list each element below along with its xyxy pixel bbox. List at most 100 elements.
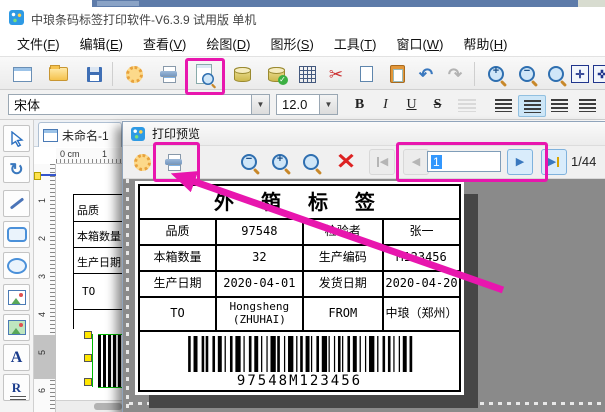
richtext-icon: R — [12, 380, 21, 396]
underline-button[interactable]: U — [400, 94, 423, 116]
align-right-button[interactable] — [546, 95, 572, 115]
rounded-rect-tool-button[interactable] — [3, 221, 30, 248]
copy-button[interactable] — [352, 60, 380, 88]
dialog-title-bar[interactable]: 打印预览 — [123, 122, 605, 146]
menu-view[interactable]: 查看(V) — [134, 31, 195, 56]
rotate-tool-button[interactable]: ↻ — [3, 156, 30, 183]
vruler-number: 6 — [37, 381, 47, 393]
design-canvas[interactable]: 品质 本箱数量 生产日期 TO — [56, 164, 122, 400]
label-table: 外 箱 标 签 品质 97548 检验者 张一 本箱数量 32 生产编码 M12… — [138, 184, 461, 392]
document-tab-label: 未命名-1 — [62, 127, 109, 144]
preview-close-button[interactable]: ✕ — [333, 149, 359, 175]
paste-icon — [390, 65, 405, 83]
page-indicator: 1/44 — [571, 154, 596, 169]
menu-file[interactable]: 文件(F) — [8, 31, 69, 56]
print-preview-button[interactable] — [190, 60, 218, 88]
print-preview-icon — [196, 64, 212, 84]
text-tool-button[interactable]: A — [3, 344, 30, 371]
menu-tools[interactable]: 工具(T) — [325, 31, 386, 56]
next-page-button[interactable]: ▶ — [507, 149, 533, 175]
print-button[interactable] — [155, 60, 183, 88]
new-document-button[interactable] — [8, 60, 36, 88]
document-tab[interactable]: 未命名-1 — [38, 122, 122, 147]
first-page-button[interactable]: ◀ — [369, 149, 395, 175]
align-center-icon — [524, 100, 541, 113]
design-row-label: 品质 — [77, 202, 121, 218]
label-cell: 本箱数量 — [139, 245, 216, 271]
preview-zoom-in-button[interactable]: + — [267, 149, 293, 175]
selection-handle[interactable] — [84, 331, 92, 339]
bold-button[interactable]: B — [348, 94, 371, 116]
open-file-button[interactable] — [44, 60, 72, 88]
font-family-value: 宋体 — [9, 95, 251, 114]
cut-scissors-icon: ✂ — [329, 66, 343, 83]
label-cell: TO — [139, 297, 216, 331]
chevron-down-icon[interactable]: ▼ — [251, 95, 269, 114]
horizontal-scrollbar[interactable] — [56, 400, 122, 412]
menu-edit[interactable]: 编辑(E) — [71, 31, 132, 56]
menu-window[interactable]: 窗口(W) — [387, 31, 452, 56]
font-effect-button[interactable] — [454, 95, 480, 115]
preview-settings-button[interactable] — [129, 149, 155, 175]
database-sync-button[interactable] — [262, 60, 290, 88]
italic-button[interactable]: I — [374, 94, 397, 116]
window-title: 中琅条码标签打印软件-V6.3.9 试用版 单机 — [31, 11, 256, 28]
align-center-button[interactable] — [518, 95, 546, 117]
label-cell: 品质 — [139, 219, 216, 245]
select-tool-button[interactable] — [3, 125, 30, 152]
design-barcode-object[interactable] — [98, 334, 122, 388]
scrollbar-thumb[interactable] — [94, 403, 122, 410]
line-tool-button[interactable] — [3, 190, 30, 217]
grid-toggle-button[interactable] — [293, 60, 321, 88]
fit-page-icon: ✛ — [571, 65, 589, 83]
menu-help[interactable]: 帮助(H) — [454, 31, 516, 56]
menu-draw[interactable]: 绘图(D) — [197, 31, 259, 56]
label-cell: 32 — [216, 245, 303, 271]
chevron-down-icon[interactable]: ▼ — [319, 95, 337, 114]
paste-button[interactable] — [383, 60, 411, 88]
rounded-rect-icon — [7, 227, 27, 242]
align-justify-button[interactable] — [574, 95, 600, 115]
horizontal-ruler: 0 cm 1 — [56, 148, 122, 164]
preview-toolbar: − + ✕ ◀ ◀ 1 ▶ ▶ 1/44 — [123, 146, 605, 179]
align-right-icon — [551, 99, 568, 112]
vruler-number: 1 — [37, 191, 47, 203]
label-cell: Hongsheng (ZHUHAI) — [216, 297, 303, 331]
undo-button[interactable]: ↶ — [412, 60, 440, 88]
font-size-select[interactable]: 12.0 ▼ — [276, 94, 338, 115]
last-page-button[interactable]: ▶ — [541, 149, 567, 175]
redo-button[interactable]: ↷ — [441, 60, 469, 88]
fit-window-button[interactable]: ✜ — [588, 60, 605, 88]
settings-button[interactable] — [120, 60, 148, 88]
picture-tool-button[interactable] — [3, 314, 30, 341]
new-document-icon — [13, 67, 32, 82]
selection-handle[interactable] — [84, 378, 92, 386]
preview-zoom-button[interactable] — [298, 149, 324, 175]
menu-bar: 文件(F) 编辑(E) 查看(V) 绘图(D) 图形(S) 工具(T) 窗口(W… — [0, 30, 605, 56]
zoom-in-button[interactable]: + — [482, 60, 510, 88]
align-left-button[interactable] — [490, 95, 516, 115]
strikethrough-button[interactable]: S — [426, 94, 449, 116]
preview-print-button[interactable] — [161, 149, 187, 175]
document-tab-bar: 未命名-1 — [34, 120, 122, 147]
vruler-number: 3 — [37, 267, 47, 279]
print-preview-dialog: 打印预览 − + ✕ ◀ ◀ 1 ▶ ▶ 1/44 外 箱 标 签 — [122, 121, 605, 412]
preview-zoom-out-button[interactable]: − — [236, 149, 262, 175]
selection-handle[interactable] — [84, 354, 92, 362]
label-cell: 检验者 — [303, 219, 383, 245]
picture-icon — [8, 320, 26, 335]
image-tool-button[interactable] — [3, 284, 30, 311]
menu-graphics[interactable]: 图形(S) — [261, 31, 322, 56]
richtext-tool-button[interactable]: R — [3, 374, 30, 401]
cut-button[interactable]: ✂ — [322, 60, 350, 88]
previous-page-button[interactable]: ◀ — [403, 149, 429, 175]
zoom-out-button[interactable]: − — [513, 60, 541, 88]
save-button[interactable] — [80, 60, 108, 88]
format-toolbar: 宋体 ▼ 12.0 ▼ B I U S — [0, 90, 605, 120]
ellipse-tool-button[interactable] — [3, 252, 30, 279]
page-number-input[interactable]: 1 — [427, 151, 501, 172]
pasteboard-dots — [126, 179, 129, 412]
font-family-select[interactable]: 宋体 ▼ — [8, 94, 270, 115]
font-size-value: 12.0 — [277, 97, 319, 112]
database-button[interactable] — [228, 60, 256, 88]
